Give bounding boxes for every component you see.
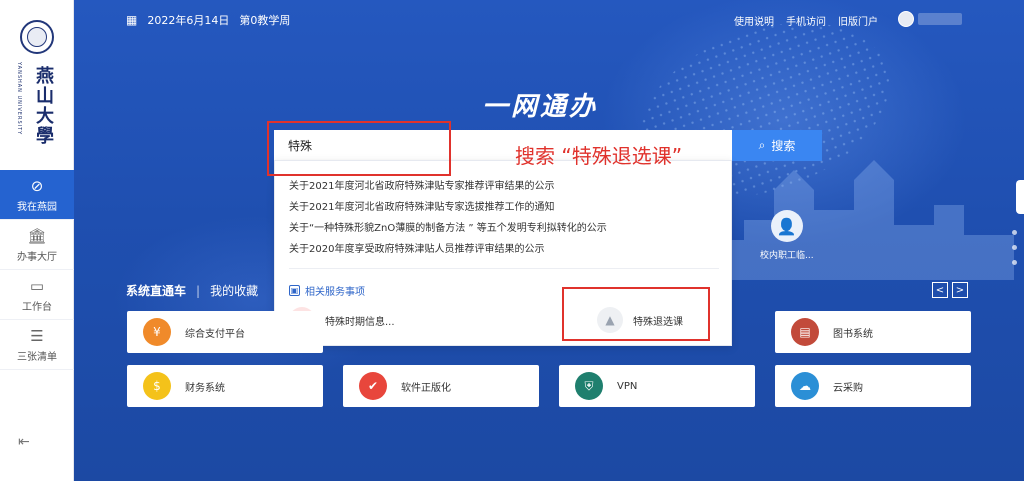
collapse-menu-icon[interactable]: ⇤ <box>18 434 30 450</box>
carousel-dot[interactable] <box>1012 230 1017 235</box>
header-links: 使用说明 手机访问 旧版门户 <box>734 13 878 28</box>
suggestion-item[interactable]: 关于2020年度享受政府特殊津贴人员推荐评审结果的公示 <box>289 240 544 255</box>
side-float-tab[interactable] <box>1016 180 1024 214</box>
link-mobile[interactable]: 手机访问 <box>786 13 826 28</box>
annotation-text: 搜索 “特殊退选课” <box>515 144 683 168</box>
section-tabs: 系统直通车 | 我的收藏 <box>126 282 258 299</box>
tab-separator: | <box>196 283 201 298</box>
related-services-title: 相关服务事项 <box>305 287 365 298</box>
carousel-dot[interactable] <box>1012 245 1017 250</box>
sidebar-item-lists[interactable]: ☰ 三张清单 <box>0 320 74 370</box>
sidebar: 燕山大學 YANSHAN UNIVERSITY ⊘ 我在燕园 🏛 办事大厅 ▭ … <box>0 0 74 481</box>
sidebar-item-hall[interactable]: 🏛 办事大厅 <box>0 220 74 270</box>
card-label: 软件正版化 <box>401 382 451 394</box>
search-button[interactable]: ⌕ 搜索 <box>732 130 822 161</box>
suggestion-item[interactable]: 关于2021年度河北省政府特殊津贴专家选拔推荐工作的通知 <box>289 198 554 213</box>
card-vpn[interactable]: ⛨ VPN <box>559 365 755 407</box>
card-procurement[interactable]: ☁ 云采购 <box>775 365 971 407</box>
link-old-portal[interactable]: 旧版门户 <box>838 13 878 28</box>
sidebar-item-label: 我在燕园 <box>17 201 57 213</box>
main-area: ▦ 2022年6月14日 第0教学周 使用说明 手机访问 旧版门户 一网通办 ⌕… <box>74 0 1024 481</box>
user-menu[interactable] <box>898 11 962 27</box>
service-icon: ▣ <box>289 285 300 296</box>
sidebar-item-label: 三张清单 <box>17 351 57 363</box>
avatar <box>898 11 914 27</box>
service-label: 特殊时期信息... <box>325 316 395 328</box>
pager: < > <box>932 282 968 298</box>
sidebar-item-label: 工作台 <box>22 301 52 313</box>
software-icon: ✔ <box>359 372 387 400</box>
staff-app-label: 校内职工临... <box>760 251 814 261</box>
seal-icon <box>20 20 54 54</box>
link-help[interactable]: 使用说明 <box>734 13 774 28</box>
related-services-header: ▣ 相关服务事项 <box>289 283 365 298</box>
card-label: VPN <box>617 380 638 392</box>
university-logo[interactable]: 燕山大學 YANSHAN UNIVERSITY <box>0 0 74 170</box>
finance-icon: $ <box>143 372 171 400</box>
tab-system-direct[interactable]: 系统直通车 <box>126 282 186 299</box>
card-label: 综合支付平台 <box>185 328 245 340</box>
staff-temp-app[interactable]: 👤 校内职工临... <box>760 210 814 261</box>
hall-icon: 🏛 <box>27 226 47 245</box>
date-bar: ▦ 2022年6月14日 第0教学周 <box>126 12 290 28</box>
divider <box>289 268 719 269</box>
compass-icon: ⊘ <box>30 176 44 195</box>
calendar-icon: ▦ <box>126 13 138 27</box>
current-date: 2022年6月14日 <box>147 14 230 27</box>
teaching-week: 第0教学周 <box>239 14 291 27</box>
logo-chinese: 燕山大學 <box>33 66 54 146</box>
payment-icon: ¥ <box>143 318 171 346</box>
library-icon: ▤ <box>791 318 819 346</box>
vpn-icon: ⛨ <box>575 372 603 400</box>
card-library[interactable]: ▤ 图书系统 <box>775 311 971 353</box>
next-page-button[interactable]: > <box>952 282 968 298</box>
annotation-box-search <box>267 121 451 176</box>
procurement-icon: ☁ <box>791 372 819 400</box>
hero-title: 一网通办 <box>482 92 599 122</box>
sidebar-item-workbench[interactable]: ▭ 工作台 <box>0 270 74 320</box>
logo-english: YANSHAN UNIVERSITY <box>16 62 22 136</box>
suggestion-item[interactable]: 关于2021年度河北省政府特殊津贴专家推荐评审结果的公示 <box>289 177 554 192</box>
search-icon: ⌕ <box>758 138 766 152</box>
sidebar-item-campus[interactable]: ⊘ 我在燕园 <box>0 170 74 220</box>
prev-page-button[interactable]: < <box>932 282 948 298</box>
card-label: 图书系统 <box>833 328 873 340</box>
sidebar-item-label: 办事大厅 <box>17 251 57 263</box>
card-software[interactable]: ✔ 软件正版化 <box>343 365 539 407</box>
tab-favorites[interactable]: 我的收藏 <box>210 282 258 299</box>
card-finance[interactable]: $ 财务系统 <box>127 365 323 407</box>
search-button-label: 搜索 <box>771 139 796 153</box>
staff-icon: 👤 <box>770 210 803 242</box>
list-icon: ☰ <box>30 326 44 345</box>
carousel-dots <box>1012 230 1017 265</box>
workbench-icon: ▭ <box>29 276 45 295</box>
card-label: 云采购 <box>833 382 863 394</box>
suggestion-item[interactable]: 关于“一种特殊形貌ZnO薄膜的制备方法 ” 等五个发明专利拟转化的公示 <box>289 219 607 234</box>
annotation-box-result <box>562 287 710 341</box>
building-silhouette <box>714 160 1014 280</box>
card-label: 财务系统 <box>185 382 225 394</box>
carousel-dot[interactable] <box>1012 260 1017 265</box>
card-payment[interactable]: ¥ 综合支付平台 <box>127 311 323 353</box>
user-name-blurred <box>918 13 962 25</box>
